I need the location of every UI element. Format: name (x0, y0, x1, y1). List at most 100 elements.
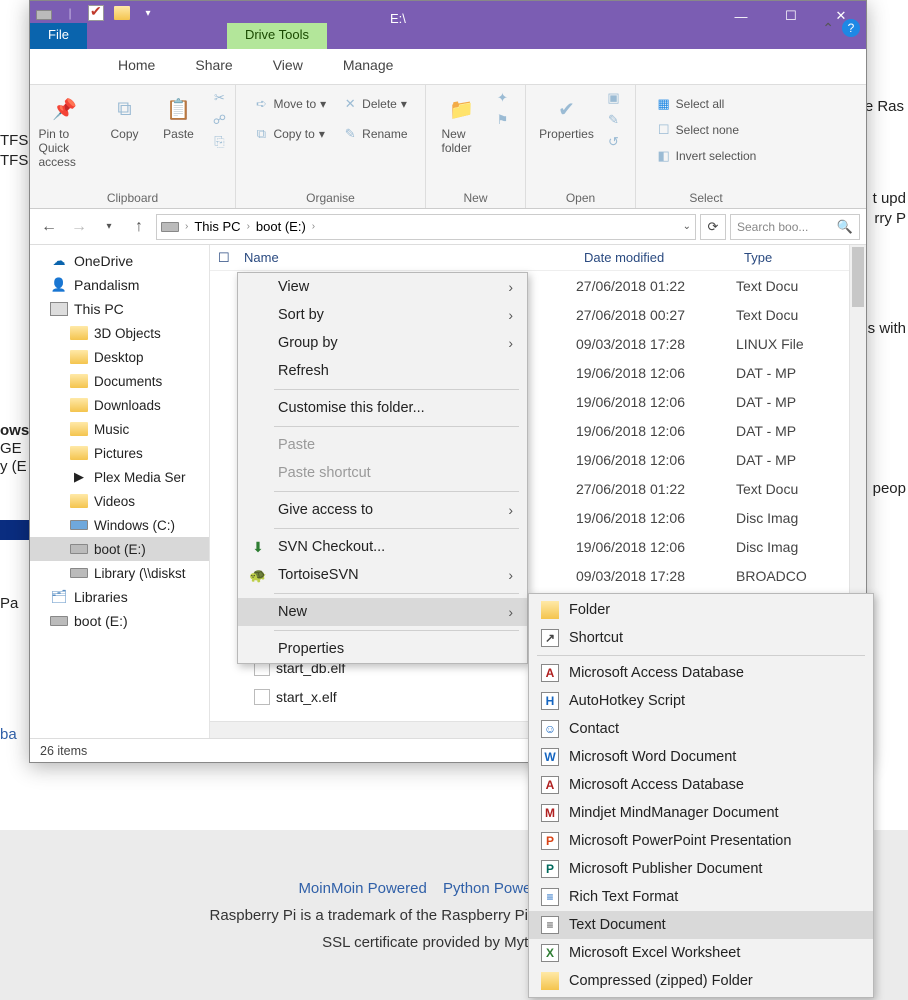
nav-desktop[interactable]: Desktop (30, 345, 209, 369)
chevron-right-icon[interactable]: › (243, 221, 254, 232)
nav-libraries[interactable]: 🗂Libraries (30, 585, 209, 609)
tab-view[interactable]: View (253, 49, 323, 84)
ctx-svn-checkout[interactable]: ⬇SVN Checkout... (238, 533, 527, 561)
bg-frag: peop (873, 480, 906, 497)
scrollbar-thumb[interactable] (852, 247, 864, 307)
col-date[interactable]: Date modified (576, 250, 736, 265)
tab-drive-tools[interactable]: Drive Tools (227, 23, 327, 49)
easy-access-button[interactable]: ⚑ (492, 111, 514, 129)
folder-icon (70, 445, 88, 461)
up-button[interactable]: ↑ (126, 214, 152, 240)
footer-link-moin[interactable]: MoinMoin Powered (298, 880, 426, 897)
col-checkbox[interactable]: ☐ (210, 250, 236, 266)
history-button[interactable]: ↺ (603, 133, 625, 151)
tab-manage[interactable]: Manage (323, 49, 414, 84)
select-none-button[interactable]: ☐Select none (653, 121, 760, 139)
nav-documents[interactable]: Documents (30, 369, 209, 393)
nav-downloads[interactable]: Downloads (30, 393, 209, 417)
open-button[interactable]: ▣ (603, 89, 625, 107)
tab-file[interactable]: File (30, 23, 87, 49)
submenu-powerpoint[interactable]: PMicrosoft PowerPoint Presentation (529, 827, 873, 855)
breadcrumb[interactable]: › This PC › boot (E:) › ⌄ (156, 214, 696, 240)
refresh-button[interactable]: ⟳ (700, 214, 726, 240)
chevron-right-icon[interactable]: › (308, 221, 319, 232)
nav-pictures[interactable]: Pictures (30, 441, 209, 465)
breadcrumb-dropdown-icon[interactable]: ⌄ (683, 221, 691, 232)
submenu-publisher[interactable]: PMicrosoft Publisher Document (529, 855, 873, 883)
new-folder-qat-icon[interactable] (114, 5, 130, 21)
search-input[interactable]: Search boo... 🔍 (730, 214, 860, 240)
new-item-button[interactable]: ✦ (492, 89, 514, 107)
nav-onedrive[interactable]: ☁OneDrive (30, 249, 209, 273)
nav-windows-c[interactable]: Windows (C:) (30, 513, 209, 537)
ctx-view[interactable]: View› (238, 273, 527, 301)
column-headers[interactable]: ☐ Name Date modified Type (210, 245, 866, 271)
nav-library-net[interactable]: Library (\\diskst (30, 561, 209, 585)
submenu-text-document[interactable]: ≡Text Document (529, 911, 873, 939)
submenu-folder[interactable]: Folder (529, 596, 873, 624)
ctx-properties[interactable]: Properties (238, 635, 527, 663)
ctx-tortoisesvn[interactable]: 🐢TortoiseSVN› (238, 561, 527, 589)
breadcrumb-this-pc[interactable]: This PC (194, 219, 240, 234)
submenu-access[interactable]: AMicrosoft Access Database (529, 659, 873, 687)
ctx-new[interactable]: New› (238, 598, 527, 626)
ribbon-collapse-icon[interactable]: ⌃ (822, 20, 834, 37)
move-to-button[interactable]: ➪Move to ▾ (250, 95, 329, 113)
cut-button[interactable]: ✂ (209, 89, 231, 107)
pin-quick-access-button[interactable]: 📌 Pin to Quick access (35, 89, 95, 173)
access-icon: A (541, 664, 559, 682)
ctx-refresh[interactable]: Refresh (238, 357, 527, 385)
submenu-excel[interactable]: XMicrosoft Excel Worksheet (529, 939, 873, 967)
copy-icon: ⧉ (109, 93, 141, 125)
ctx-give-access[interactable]: Give access to› (238, 496, 527, 524)
tab-home[interactable]: Home (98, 49, 175, 84)
nav-boot-e-2[interactable]: boot (E:) (30, 609, 209, 633)
nav-plex[interactable]: ▶Plex Media Ser (30, 465, 209, 489)
navigation-pane[interactable]: ☁OneDrive 👤Pandalism This PC 3D Objects … (30, 245, 210, 738)
copy-path-button[interactable]: ☍ (209, 111, 231, 129)
nav-videos[interactable]: Videos (30, 489, 209, 513)
submenu-access2[interactable]: AMicrosoft Access Database (529, 771, 873, 799)
help-icon[interactable]: ? (842, 19, 860, 37)
submenu-word[interactable]: WMicrosoft Word Document (529, 743, 873, 771)
submenu-zip[interactable]: Compressed (zipped) Folder (529, 967, 873, 995)
delete-button[interactable]: ✕Delete ▾ (339, 95, 410, 113)
maximize-button[interactable]: ☐ (766, 1, 816, 31)
copy-button[interactable]: ⧉ Copy (101, 89, 149, 145)
qat-customize-icon[interactable]: ▾ (140, 5, 156, 21)
submenu-ahk[interactable]: HAutoHotkey Script (529, 687, 873, 715)
nav-this-pc[interactable]: This PC (30, 297, 209, 321)
rename-button[interactable]: ✎Rename (339, 125, 410, 143)
ctx-customise[interactable]: Customise this folder... (238, 394, 527, 422)
submenu-contact[interactable]: ☺Contact (529, 715, 873, 743)
nav-pandalism[interactable]: 👤Pandalism (30, 273, 209, 297)
nav-3d-objects[interactable]: 3D Objects (30, 321, 209, 345)
titlebar[interactable]: | ▾ E:\ — ☐ ✕ File Drive Tools (30, 1, 866, 49)
select-all-button[interactable]: ▦Select all (653, 95, 760, 113)
invert-selection-button[interactable]: ◧Invert selection (653, 147, 760, 165)
breadcrumb-boot[interactable]: boot (E:) (256, 219, 306, 234)
submenu-mindjet[interactable]: MMindjet MindManager Document (529, 799, 873, 827)
copy-to-button[interactable]: ⧉Copy to ▾ (250, 125, 329, 143)
edit-button[interactable]: ✎ (603, 111, 625, 129)
chevron-right-icon[interactable]: › (181, 221, 192, 232)
submenu-shortcut[interactable]: ↗Shortcut (529, 624, 873, 652)
nav-boot-e[interactable]: boot (E:) (30, 537, 209, 561)
col-name[interactable]: Name (236, 250, 576, 265)
forward-button[interactable]: → (66, 214, 92, 240)
back-button[interactable]: ← (36, 214, 62, 240)
recent-locations-button[interactable]: ▾ (96, 214, 122, 240)
ctx-sort-by[interactable]: Sort by› (238, 301, 527, 329)
col-type[interactable]: Type (736, 250, 846, 265)
file-row[interactable]: start_x.elf (210, 682, 576, 711)
tab-share[interactable]: Share (175, 49, 252, 84)
paste-shortcut-button[interactable]: ⎘ (209, 133, 231, 151)
properties-icon[interactable] (88, 5, 104, 21)
new-folder-button[interactable]: 📁 New folder (438, 89, 486, 159)
submenu-rtf[interactable]: ≡Rich Text Format (529, 883, 873, 911)
paste-button[interactable]: 📋 Paste (155, 89, 203, 145)
ctx-group-by[interactable]: Group by› (238, 329, 527, 357)
properties-button[interactable]: ✔ Properties (537, 89, 597, 145)
nav-music[interactable]: Music (30, 417, 209, 441)
minimize-button[interactable]: — (716, 1, 766, 31)
